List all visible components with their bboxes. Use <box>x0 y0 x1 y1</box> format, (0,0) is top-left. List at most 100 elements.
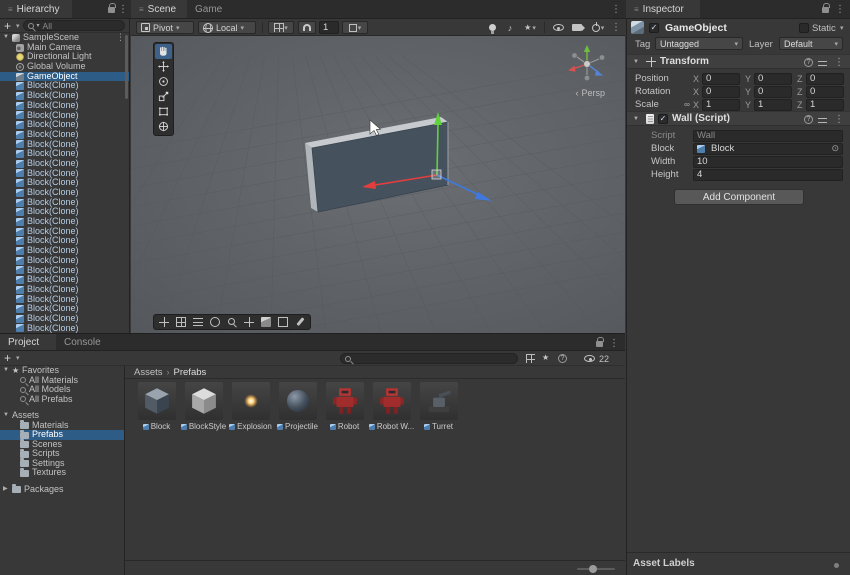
tab-scene[interactable]: ≡ Scene <box>131 0 187 18</box>
static-checkbox[interactable] <box>799 23 809 33</box>
snap-toggle[interactable] <box>298 21 316 34</box>
breadcrumb-assets[interactable]: Assets <box>134 367 163 378</box>
preview-handle-icon[interactable] <box>834 563 839 568</box>
hierarchy-item-block-clone[interactable]: Block(Clone) <box>0 266 129 276</box>
hierarchy-item-main-camera[interactable]: Main Camera <box>0 43 129 53</box>
block-field[interactable]: Block⊙ <box>693 143 843 155</box>
x-axis-cone[interactable] <box>568 66 576 72</box>
wall-kebab-icon[interactable]: ⋮ <box>834 114 844 125</box>
asset-robot[interactable]: Robot <box>321 382 368 431</box>
effects-dropdown[interactable]: ★ ▾ <box>519 21 541 34</box>
transform-kebab-icon[interactable]: ⋮ <box>834 57 844 68</box>
width-field[interactable]: 10 <box>693 156 843 168</box>
tree-folder-scenes[interactable]: Scenes <box>0 440 124 450</box>
static-caret-icon[interactable]: ▾ <box>840 24 844 32</box>
foldout-icon[interactable]: ▼ <box>633 59 642 65</box>
persp-label[interactable]: ‹ Persp <box>575 88 605 98</box>
wall-script-header[interactable]: ▼ ✓ Wall (Script) ? ⋮ <box>627 111 850 126</box>
position-x-field[interactable]: 0 <box>702 73 740 85</box>
info-icon[interactable]: ? <box>558 354 567 363</box>
hierarchy-item-block-clone[interactable]: Block(Clone) <box>0 178 129 188</box>
gameobject-name-field[interactable]: GameObject <box>665 22 727 34</box>
hierarchy-item-block-clone[interactable]: Block(Clone) <box>0 111 129 121</box>
foldout-icon[interactable]: ▼ <box>3 33 12 43</box>
gizmo-center[interactable] <box>584 61 591 68</box>
hierarchy-item-global-volume[interactable]: Global Volume <box>0 62 129 72</box>
hierarchy-item-block-clone[interactable]: Block(Clone) <box>0 159 129 169</box>
scene-toolbar-kebab-icon[interactable]: ⋮ <box>611 22 621 33</box>
asset-turret[interactable]: Turret <box>415 382 462 431</box>
asset-block[interactable]: Block <box>133 382 180 431</box>
grid-visibility-dropdown[interactable]: ▾ <box>268 21 294 34</box>
tab-inspector[interactable]: ≡ Inspector <box>626 0 700 18</box>
active-checkbox[interactable]: ✓ <box>649 23 659 33</box>
tab-project[interactable]: Project <box>0 334 56 350</box>
tab-console[interactable]: Console <box>56 334 114 350</box>
hierarchy-item-block-clone[interactable]: Block(Clone) <box>0 217 129 227</box>
hierarchy-item-block-clone[interactable]: Block(Clone) <box>0 246 129 256</box>
project-lock-icon[interactable] <box>596 341 603 347</box>
hierarchy-item-gameobject[interactable]: GameObject <box>0 72 129 82</box>
position-y-field[interactable]: 0 <box>754 73 792 85</box>
move-tool-button[interactable] <box>155 59 172 74</box>
asset-blockstyle[interactable]: BlockStyle <box>180 382 227 431</box>
hierarchy-item-block-clone[interactable]: Block(Clone) <box>0 81 129 91</box>
hierarchy-item-block-clone[interactable]: Block(Clone) <box>0 207 129 217</box>
hierarchy-item-block-clone[interactable]: Block(Clone) <box>0 91 129 101</box>
tab-game[interactable]: Game <box>187 0 235 18</box>
snap-increment-dropdown[interactable]: ▾ <box>342 21 368 34</box>
scale-x-field[interactable]: 1 <box>702 99 740 111</box>
y-axis-cone[interactable] <box>584 45 590 52</box>
hierarchy-item-directional-light[interactable]: Directional Light <box>0 52 129 62</box>
hierarchy-item-block-clone[interactable]: Block(Clone) <box>0 169 129 179</box>
rotation-z-field[interactable]: 0 <box>806 86 844 98</box>
hierarchy-item-block-clone[interactable]: Block(Clone) <box>0 149 129 159</box>
favorites-item-all-prefabs[interactable]: All Prefabs <box>0 395 124 405</box>
tree-folder-textures[interactable]: Textures <box>0 468 124 478</box>
transform-tool-button[interactable] <box>155 119 172 134</box>
height-field[interactable]: 4 <box>693 169 843 181</box>
hierarchy-lock-icon[interactable] <box>108 7 115 13</box>
assets-header[interactable]: ▼Assets <box>0 411 124 421</box>
thumbnail-size-slider[interactable] <box>577 564 615 573</box>
shaded-sphere-icon[interactable] <box>210 317 220 327</box>
add-component-button[interactable]: Add Component <box>674 189 804 205</box>
gizmos-dropdown[interactable]: ▾ <box>587 21 609 34</box>
asset-explosion[interactable]: Explosion <box>227 382 274 431</box>
transform-header[interactable]: ▼ Transform ? ⋮ <box>627 54 850 69</box>
project-kebab-icon[interactable]: ⋮ <box>609 338 619 349</box>
hierarchy-item-block-clone[interactable]: Block(Clone) <box>0 120 129 130</box>
z-axis-cone[interactable] <box>595 70 603 76</box>
foldout-icon[interactable]: ▼ <box>633 116 642 122</box>
hidden-count-eye-icon[interactable] <box>584 355 595 362</box>
scale-z-field[interactable]: 1 <box>806 99 844 111</box>
slider-knob[interactable] <box>589 565 597 573</box>
create-asset-button[interactable]: + <box>4 353 13 363</box>
rect-tool-button[interactable] <box>155 104 172 119</box>
add-object-button[interactable]: + <box>4 21 13 31</box>
create-asset-caret-icon[interactable]: ▾ <box>16 354 20 362</box>
tree-folder-materials[interactable]: Materials <box>0 421 124 431</box>
pivot-dropdown[interactable]: Pivot ▾ <box>136 21 194 34</box>
hierarchy-scrollbar[interactable] <box>124 33 129 333</box>
project-search[interactable] <box>340 353 518 364</box>
magnifier-icon[interactable] <box>227 317 237 327</box>
rotation-y-field[interactable]: 0 <box>754 86 792 98</box>
grid-size-field[interactable]: 1 <box>319 21 339 34</box>
asset-projectile[interactable]: Projectile <box>274 382 321 431</box>
pan-overlay-icon[interactable] <box>244 317 254 327</box>
layer-dropdown[interactable]: Default ▾ <box>779 37 843 50</box>
asset-labels-bar[interactable]: Asset Labels <box>627 552 850 575</box>
hierarchy-item-block-clone[interactable]: Block(Clone) <box>0 130 129 140</box>
hierarchy-item-block-clone[interactable]: Block(Clone) <box>0 275 129 285</box>
hierarchy-item-block-clone[interactable]: Block(Clone) <box>0 324 129 333</box>
draw-overlay-icon[interactable] <box>295 317 305 327</box>
hierarchy-item-block-clone[interactable]: Block(Clone) <box>0 101 129 111</box>
orientation-gizmo[interactable] <box>559 40 615 86</box>
saved-search-icon[interactable]: ★ <box>542 353 552 362</box>
scrollbar-thumb[interactable] <box>125 35 128 99</box>
hierarchy-item-block-clone[interactable]: Block(Clone) <box>0 188 129 198</box>
audio-toggle[interactable]: ♪ <box>501 21 519 34</box>
tree-folder-prefabs[interactable]: Prefabs <box>0 430 124 440</box>
rotation-x-field[interactable]: 0 <box>702 86 740 98</box>
